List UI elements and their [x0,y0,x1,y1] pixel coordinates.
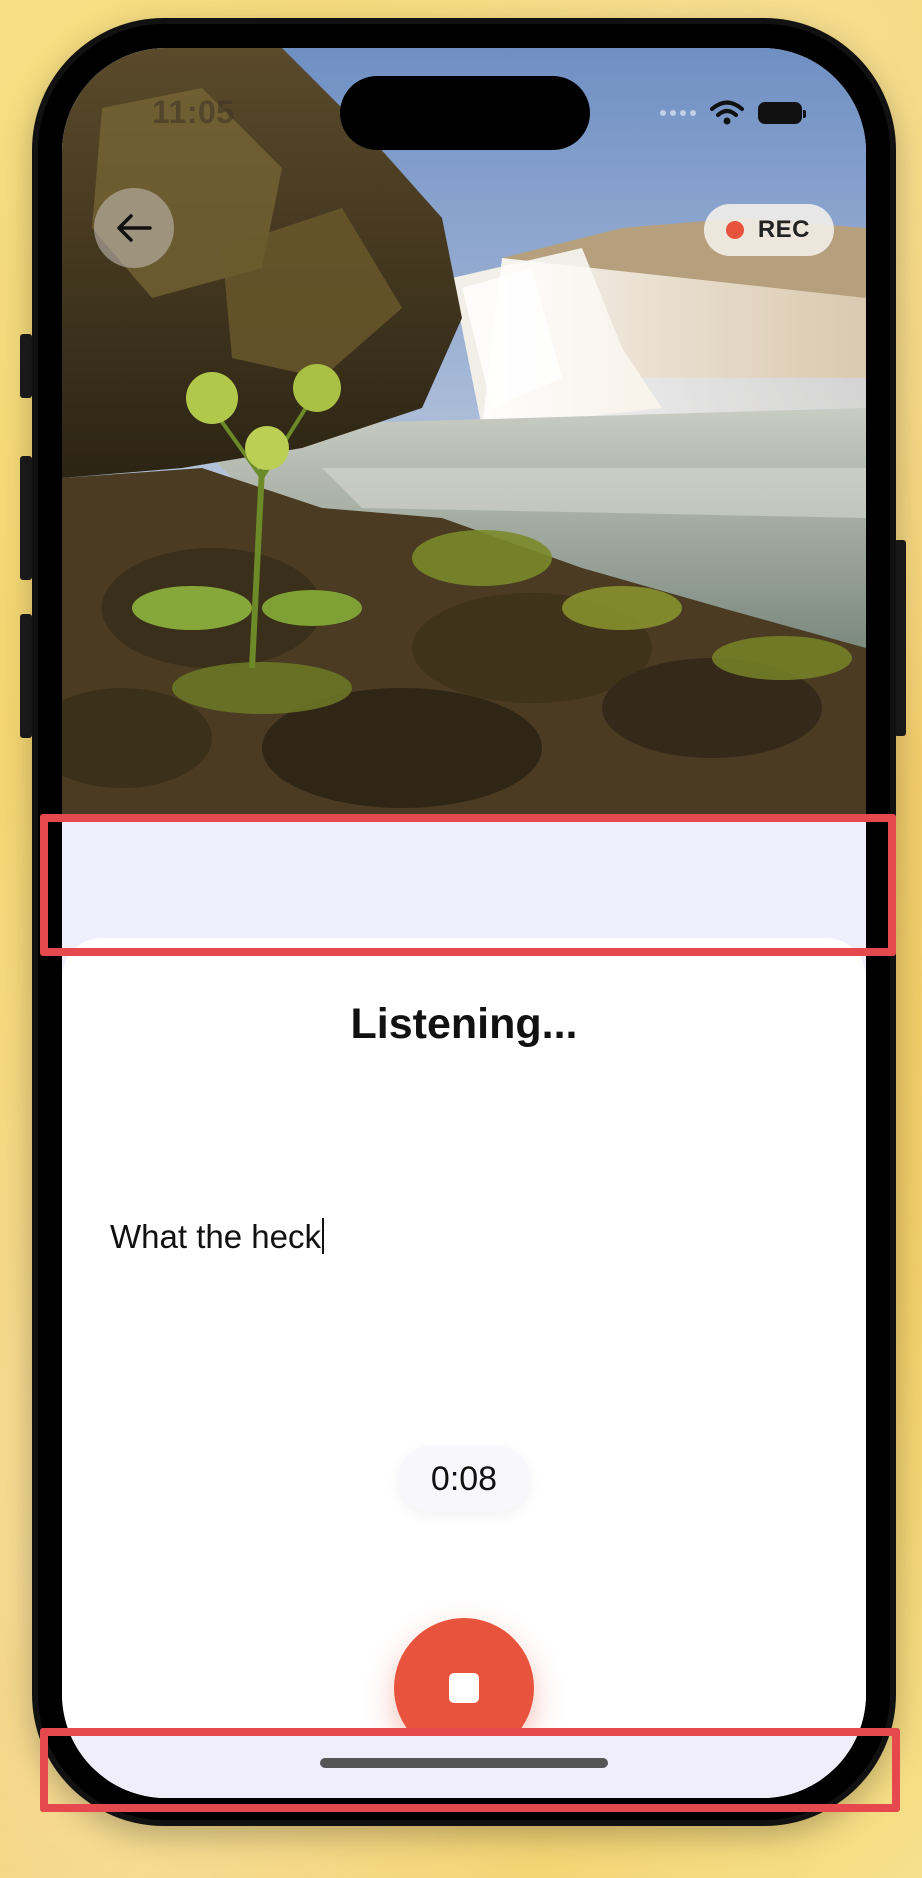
text-cursor [321,1218,324,1254]
recording-dot-icon [725,221,744,239]
recording-timer: 0:08 [398,1446,530,1512]
wifi-icon [710,100,744,125]
transcript-text: What the heck [110,1218,321,1255]
transcription-sheet: Listening... What the heck 0:08 [62,938,866,1798]
action-button [20,334,32,398]
dynamic-island [340,76,590,150]
status-time: 11:05 [152,94,235,130]
cellular-signal-icon [660,110,696,116]
recording-label: REC [757,216,810,243]
volume-up-button [20,456,32,580]
highlight-box-bottom [40,1728,900,1812]
waterfall-photo [62,48,866,814]
back-button[interactable] [94,188,174,268]
transcript-text-area[interactable]: What the heck [110,1218,324,1256]
arrow-left-icon [117,214,152,242]
sheet-title: Listening... [350,1000,578,1048]
stop-icon [449,1673,479,1703]
recording-badge: REC [703,204,834,256]
highlight-box-middle [40,814,896,956]
status-icons [660,100,806,126]
battery-icon [758,102,806,124]
volume-down-button [20,614,32,738]
